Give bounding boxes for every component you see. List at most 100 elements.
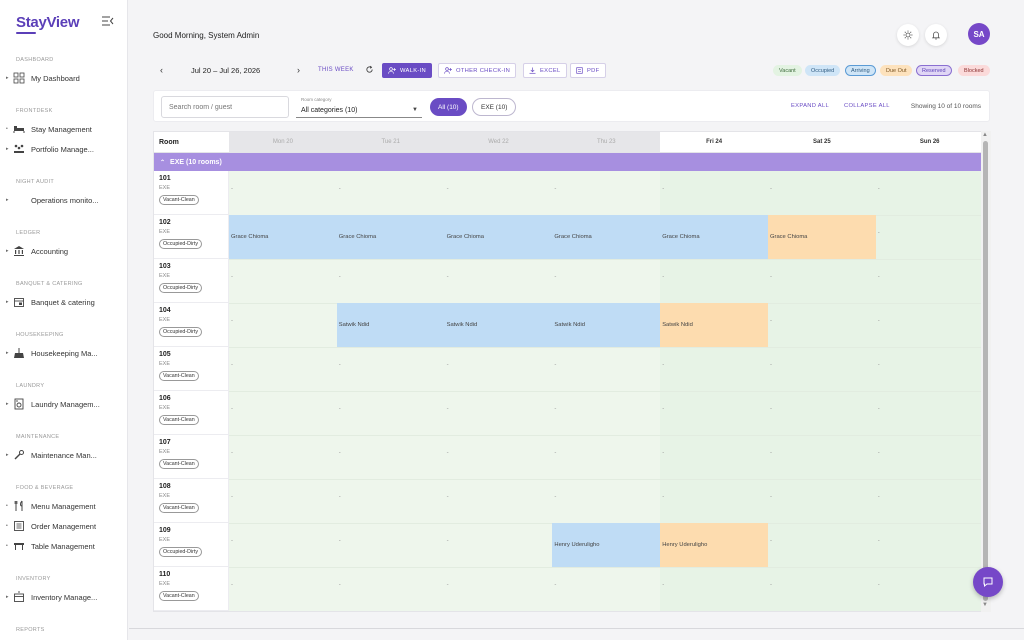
- empty-cell-marker[interactable]: -: [554, 450, 556, 456]
- empty-cell-marker[interactable]: -: [339, 538, 341, 544]
- empty-cell-marker[interactable]: -: [662, 494, 664, 500]
- empty-cell-marker[interactable]: -: [554, 406, 556, 412]
- empty-cell-marker[interactable]: -: [447, 274, 449, 280]
- sidebar-item[interactable]: ▸ Portfolio Manage...: [6, 141, 122, 157]
- brand-logo[interactable]: StayView: [16, 14, 80, 31]
- empty-cell-marker[interactable]: -: [770, 494, 772, 500]
- empty-cell-marker[interactable]: -: [770, 362, 772, 368]
- sidebar-item[interactable]: • Stay Management: [6, 121, 122, 137]
- booking-block[interactable]: Satwik Ndid: [660, 303, 768, 347]
- room-row-header[interactable]: 101 EXE Vacant-Clean: [154, 171, 229, 215]
- empty-cell-marker[interactable]: -: [554, 582, 556, 588]
- empty-cell-marker[interactable]: -: [447, 450, 449, 456]
- room-row-header[interactable]: 105 EXE Vacant-Clean: [154, 347, 229, 391]
- empty-cell-marker[interactable]: -: [878, 362, 880, 368]
- empty-cell-marker[interactable]: -: [447, 362, 449, 368]
- empty-cell-marker[interactable]: -: [339, 582, 341, 588]
- empty-cell-marker[interactable]: -: [554, 362, 556, 368]
- empty-cell-marker[interactable]: -: [878, 318, 880, 324]
- empty-cell-marker[interactable]: -: [878, 494, 880, 500]
- empty-cell-marker[interactable]: -: [554, 494, 556, 500]
- room-row-header[interactable]: 108 EXE Vacant-Clean: [154, 479, 229, 523]
- empty-cell-marker[interactable]: -: [231, 450, 233, 456]
- room-row-header[interactable]: 102 EXE Occupied-Dirty: [154, 215, 229, 259]
- notifications-button[interactable]: [925, 24, 947, 46]
- sidebar-item[interactable]: ▸ Maintenance Man...: [6, 447, 122, 463]
- collapse-all-button[interactable]: COLLAPSE ALL: [844, 103, 890, 109]
- empty-cell-marker[interactable]: -: [554, 186, 556, 192]
- refresh-icon[interactable]: [365, 65, 374, 74]
- empty-cell-marker[interactable]: -: [554, 274, 556, 280]
- empty-cell-marker[interactable]: -: [662, 582, 664, 588]
- booking-block[interactable]: Satwik Ndid: [444, 303, 553, 347]
- empty-cell-marker[interactable]: -: [447, 186, 449, 192]
- sidebar-item[interactable]: ▸ Operations monito...: [6, 192, 122, 208]
- collapse-sidebar-icon[interactable]: [102, 16, 114, 26]
- booking-block[interactable]: Grace Chioma: [552, 215, 661, 259]
- walk-in-button[interactable]: WALK-IN: [382, 63, 433, 78]
- empty-cell-marker[interactable]: -: [231, 406, 233, 412]
- empty-cell-marker[interactable]: -: [878, 538, 880, 544]
- sidebar-item[interactable]: ▸ Housekeeping Ma...: [6, 345, 122, 361]
- empty-cell-marker[interactable]: -: [231, 494, 233, 500]
- room-row-header[interactable]: 110 EXE Vacant-Clean: [154, 567, 229, 611]
- empty-cell-marker[interactable]: -: [770, 318, 772, 324]
- sidebar-item[interactable]: ▸ My Dashboard: [6, 70, 122, 86]
- room-row-header[interactable]: 107 EXE Vacant-Clean: [154, 435, 229, 479]
- excel-export-button[interactable]: EXCEL: [523, 63, 567, 78]
- empty-cell-marker[interactable]: -: [878, 406, 880, 412]
- empty-cell-marker[interactable]: -: [447, 538, 449, 544]
- filter-exe-pill[interactable]: EXE (10): [472, 98, 517, 116]
- sidebar-item[interactable]: ▸ Inventory Manage...: [6, 589, 122, 605]
- empty-cell-marker[interactable]: -: [339, 450, 341, 456]
- empty-cell-marker[interactable]: -: [231, 582, 233, 588]
- this-week-button[interactable]: THIS WEEK: [318, 67, 354, 73]
- search-input[interactable]: [161, 96, 289, 118]
- booking-block[interactable]: Grace Chioma: [336, 215, 445, 259]
- empty-cell-marker[interactable]: -: [878, 230, 880, 236]
- scroll-down-icon[interactable]: ▼: [982, 602, 988, 608]
- empty-cell-marker[interactable]: -: [878, 582, 880, 588]
- room-row-header[interactable]: 109 EXE Occupied-Dirty: [154, 523, 229, 567]
- empty-cell-marker[interactable]: -: [662, 406, 664, 412]
- booking-block[interactable]: Satwik Ndid: [552, 303, 661, 347]
- booking-block[interactable]: Grace Chioma: [660, 215, 768, 259]
- sidebar-item[interactable]: ▸ Accounting: [6, 243, 122, 259]
- empty-cell-marker[interactable]: -: [770, 274, 772, 280]
- next-week-button[interactable]: ›: [297, 65, 300, 75]
- empty-cell-marker[interactable]: -: [770, 406, 772, 412]
- room-category-select[interactable]: Room category All categories (10) ▼: [296, 96, 422, 118]
- empty-cell-marker[interactable]: -: [231, 318, 233, 324]
- empty-cell-marker[interactable]: -: [339, 274, 341, 280]
- empty-cell-marker[interactable]: -: [770, 450, 772, 456]
- empty-cell-marker[interactable]: -: [662, 362, 664, 368]
- empty-cell-marker[interactable]: -: [339, 406, 341, 412]
- booking-block[interactable]: Satwik Ndid: [336, 303, 445, 347]
- sidebar-item[interactable]: • Order Management: [6, 518, 122, 534]
- sidebar-item[interactable]: • Table Management: [6, 538, 122, 554]
- sidebar-item[interactable]: ▸ Laundry Managem...: [6, 396, 122, 412]
- empty-cell-marker[interactable]: -: [231, 186, 233, 192]
- expand-all-button[interactable]: EXPAND ALL: [791, 103, 829, 109]
- empty-cell-marker[interactable]: -: [447, 582, 449, 588]
- pdf-export-button[interactable]: PDF: [570, 63, 606, 78]
- empty-cell-marker[interactable]: -: [662, 186, 664, 192]
- empty-cell-marker[interactable]: -: [447, 406, 449, 412]
- filter-all-pill[interactable]: All (10): [430, 98, 467, 116]
- booking-block[interactable]: Grace Chioma: [229, 215, 337, 259]
- empty-cell-marker[interactable]: -: [231, 274, 233, 280]
- user-avatar[interactable]: SA: [968, 23, 990, 45]
- scroll-up-icon[interactable]: ▲: [982, 132, 988, 138]
- booking-block[interactable]: Henry Uderuligho: [552, 523, 661, 567]
- empty-cell-marker[interactable]: -: [339, 362, 341, 368]
- empty-cell-marker[interactable]: -: [878, 450, 880, 456]
- booking-block[interactable]: Grace Chioma: [768, 215, 876, 259]
- sidebar-item[interactable]: • Menu Management: [6, 498, 122, 514]
- scrollbar-thumb[interactable]: [983, 141, 988, 601]
- empty-cell-marker[interactable]: -: [662, 450, 664, 456]
- sidebar-item[interactable]: ▸ Banquet & catering: [6, 294, 122, 310]
- theme-toggle-button[interactable]: [897, 24, 919, 46]
- empty-cell-marker[interactable]: -: [662, 274, 664, 280]
- empty-cell-marker[interactable]: -: [770, 582, 772, 588]
- empty-cell-marker[interactable]: -: [447, 494, 449, 500]
